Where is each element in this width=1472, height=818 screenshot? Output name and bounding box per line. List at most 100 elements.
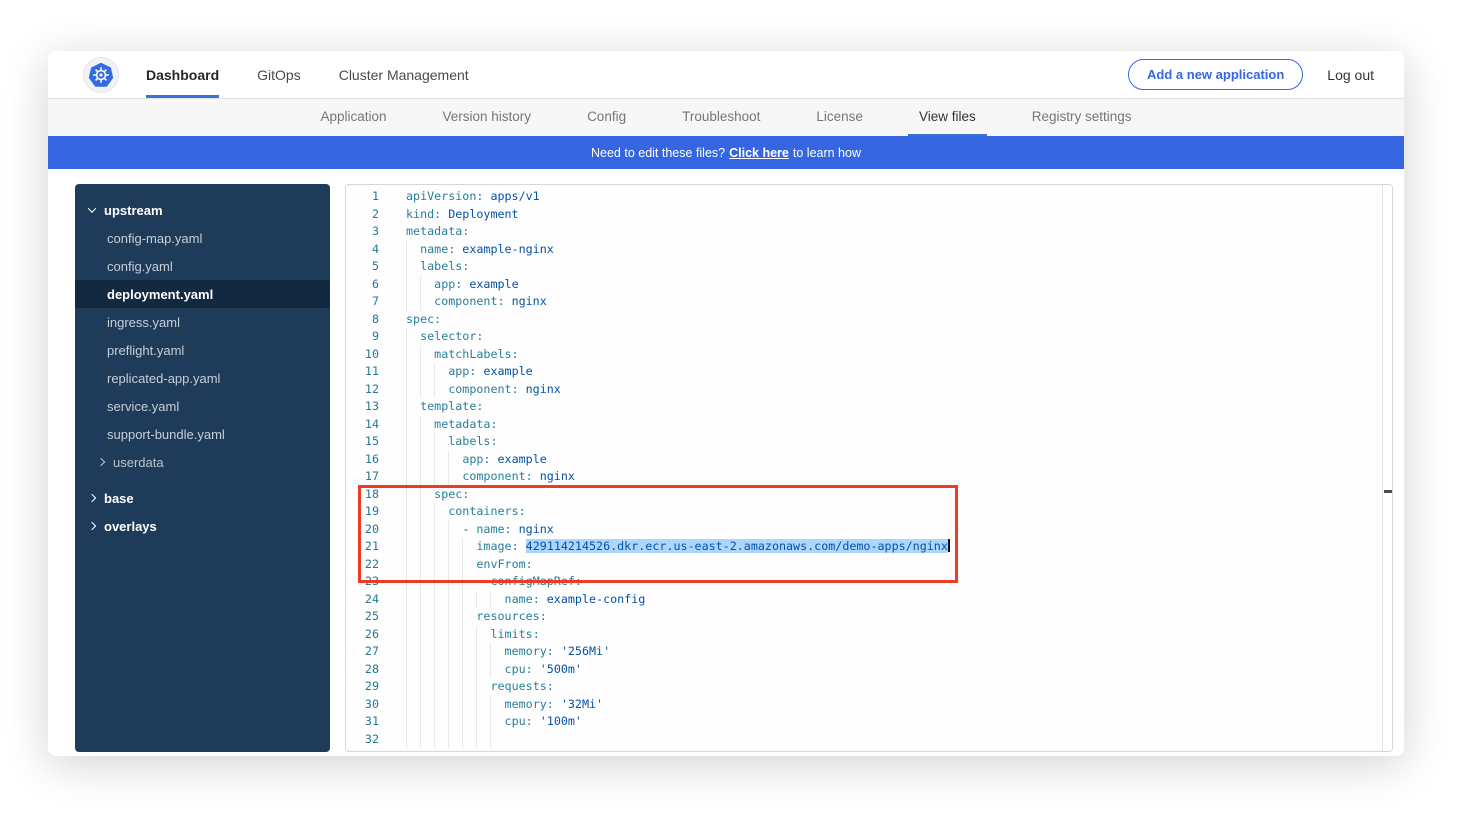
- tree-item-label: upstream: [104, 203, 163, 218]
- tree-item-replicated-app-yaml[interactable]: replicated-app.yaml: [75, 364, 330, 392]
- code-content: memory: '256Mi': [406, 643, 1392, 661]
- tree-item-base[interactable]: base: [75, 484, 330, 512]
- view-files-content: upstream config-map.yaml config.yaml deploy…: [48, 169, 1404, 756]
- gutter-spacer: [379, 678, 406, 696]
- logout-link[interactable]: Log out: [1327, 67, 1374, 83]
- tree-item-overlays[interactable]: overlays: [75, 512, 330, 540]
- gutter-spacer: [379, 486, 406, 504]
- click-here-link[interactable]: Click here: [729, 146, 789, 160]
- code-line-11: 11app: example: [346, 363, 1392, 381]
- tree-item-config-map-yaml[interactable]: config-map.yaml: [75, 224, 330, 252]
- gutter-spacer: [379, 661, 406, 679]
- nav-tab-gitops[interactable]: GitOps: [257, 51, 301, 98]
- banner-text-prefix: Need to edit these files?: [591, 146, 725, 160]
- code-line-22: 22envFrom:: [346, 556, 1392, 574]
- tree-item-label: base: [104, 491, 134, 506]
- gutter-spacer: [379, 188, 406, 206]
- chevron-right-icon: [88, 522, 96, 530]
- code-content: component: nginx: [406, 381, 1392, 399]
- gutter-spacer: [379, 608, 406, 626]
- primary-nav: Dashboard GitOps Cluster Management: [146, 51, 469, 98]
- code-line-13: 13template:: [346, 398, 1392, 416]
- code-content: resources:: [406, 608, 1392, 626]
- tree-item-userdata[interactable]: userdata: [75, 448, 330, 476]
- line-number: 28: [346, 661, 379, 679]
- indent-guide: [490, 731, 491, 749]
- code-content: containers:: [406, 503, 1392, 521]
- page-background: Dashboard GitOps Cluster Management Add a …: [0, 0, 1472, 818]
- indent-guide: [434, 731, 435, 749]
- editor-overview-ruler[interactable]: [1382, 185, 1392, 751]
- code-line-24: 24name: example-config: [346, 591, 1392, 609]
- tree-item-upstream[interactable]: upstream: [75, 196, 330, 224]
- line-number: 32: [346, 731, 379, 749]
- yaml-editor[interactable]: 1apiVersion: apps/v12kind: Deployment3me…: [345, 184, 1393, 752]
- nav-tab-dashboard[interactable]: Dashboard: [146, 51, 219, 98]
- tree-item-label: support-bundle.yaml: [107, 427, 225, 442]
- code-line-14: 14 metadata:: [346, 416, 1392, 434]
- line-number: 3: [346, 223, 379, 241]
- subnav-tab-troubleshoot[interactable]: Troubleshoot: [671, 99, 771, 136]
- gutter-spacer: [379, 276, 406, 294]
- tree-item-label: preflight.yaml: [107, 343, 184, 358]
- code-content: component: nginx: [406, 468, 1392, 486]
- line-number: 7: [346, 293, 379, 311]
- subnav-tab-application[interactable]: Application: [309, 99, 397, 136]
- subnav-tab-config[interactable]: Config: [576, 99, 637, 136]
- code-line-4: 4name: example-nginx: [346, 241, 1392, 259]
- tree-item-label: replicated-app.yaml: [107, 371, 220, 386]
- line-number: 22: [346, 556, 379, 574]
- tree-item-label: config-map.yaml: [107, 231, 202, 246]
- code-content: name: example-config: [406, 591, 1392, 609]
- code-line-2: 2kind: Deployment: [346, 206, 1392, 224]
- line-number: 11: [346, 363, 379, 381]
- line-number: 12: [346, 381, 379, 399]
- line-number: 9: [346, 328, 379, 346]
- line-number: 14: [346, 416, 379, 434]
- tree-item-config-yaml[interactable]: config.yaml: [75, 252, 330, 280]
- code-line-26: 26limits:: [346, 626, 1392, 644]
- gutter-spacer: [379, 643, 406, 661]
- tree-item-service-yaml[interactable]: service.yaml: [75, 392, 330, 420]
- navbar-right: Add a new application Log out: [1128, 51, 1404, 98]
- nav-tab-cluster-management[interactable]: Cluster Management: [339, 51, 469, 98]
- line-number: 1: [346, 188, 379, 206]
- code-content: metadata:: [406, 416, 1392, 434]
- tree-item-label: userdata: [113, 455, 164, 470]
- tree-item-label: config.yaml: [107, 259, 173, 274]
- gutter-spacer: [379, 223, 406, 241]
- tree-item-support-bundle-yaml[interactable]: support-bundle.yaml: [75, 420, 330, 448]
- subnav-tab-license[interactable]: License: [805, 99, 874, 136]
- line-number: 27: [346, 643, 379, 661]
- line-number: 20: [346, 521, 379, 539]
- code-content: - name: nginx: [406, 521, 1392, 539]
- tree-item-label: deployment.yaml: [107, 287, 213, 302]
- indent-guide: [448, 731, 449, 749]
- gutter-spacer: [379, 416, 406, 434]
- subnav-tab-registry-settings[interactable]: Registry settings: [1021, 99, 1143, 136]
- subnav-tab-version-history[interactable]: Version history: [432, 99, 543, 136]
- code-line-15: 15labels:: [346, 433, 1392, 451]
- tree-item-deployment-yaml[interactable]: deployment.yaml: [75, 280, 330, 308]
- code-line-27: 27 memory: '256Mi': [346, 643, 1392, 661]
- indent-guide: [420, 731, 421, 749]
- subnav-tab-view-files[interactable]: View files: [908, 99, 987, 136]
- line-number: 26: [346, 626, 379, 644]
- code-line-25: 25resources:: [346, 608, 1392, 626]
- code-line-31: 31cpu: '100m': [346, 713, 1392, 731]
- edit-files-banner: Need to edit these files? Click here to …: [48, 136, 1404, 169]
- gutter-spacer: [379, 328, 406, 346]
- line-number: 17: [346, 468, 379, 486]
- code-line-6: 6app: example: [346, 276, 1392, 294]
- gutter-spacer: [379, 696, 406, 714]
- tree-item-label: overlays: [104, 519, 157, 534]
- text-cursor: [948, 539, 950, 552]
- code-content: [406, 731, 1392, 749]
- tree-item-preflight-yaml[interactable]: preflight.yaml: [75, 336, 330, 364]
- code-content: spec:: [406, 486, 1392, 504]
- tree-item-label: service.yaml: [107, 399, 179, 414]
- tree-item-ingress-yaml[interactable]: ingress.yaml: [75, 308, 330, 336]
- gutter-spacer: [379, 293, 406, 311]
- gutter-spacer: [379, 713, 406, 731]
- add-application-button[interactable]: Add a new application: [1128, 59, 1303, 90]
